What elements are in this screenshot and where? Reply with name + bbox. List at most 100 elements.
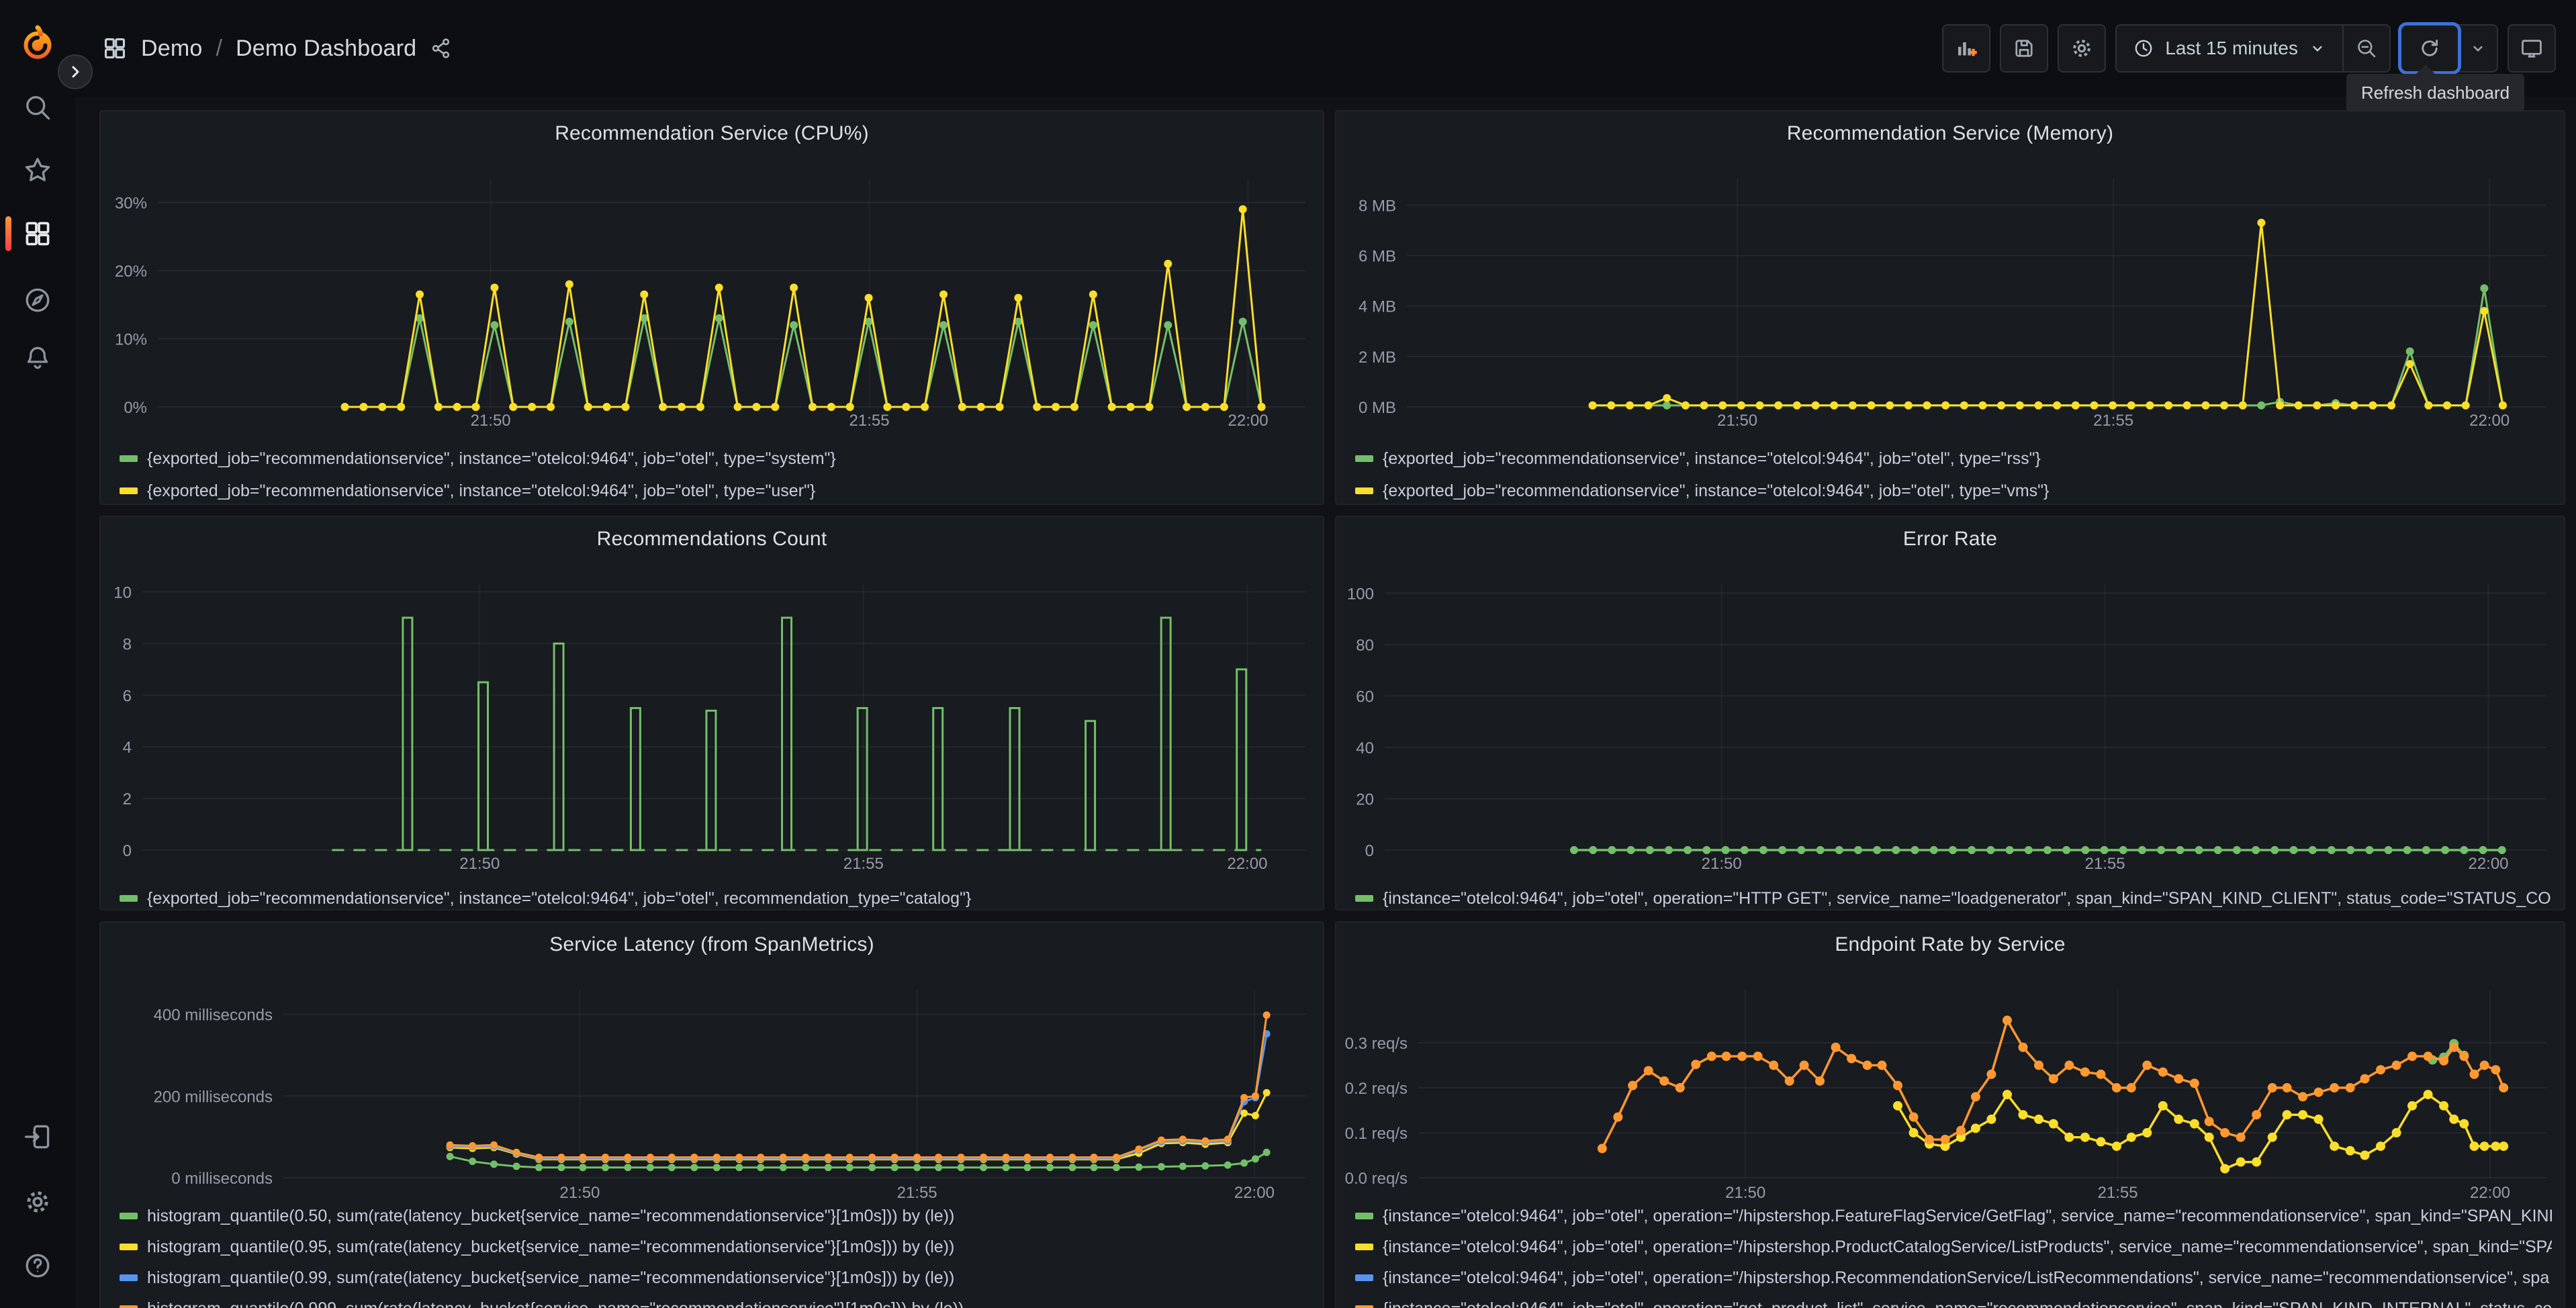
svg-text:60: 60 bbox=[1356, 688, 1374, 706]
chart[interactable]: 21:50 21:55 22:00 0 2 4 6 8 10 bbox=[101, 517, 1323, 909]
svg-text:21:50: 21:50 bbox=[471, 412, 511, 430]
panel-endpoint-rate: Endpoint Rate by Service 21:50 21:55 22:00… bbox=[1335, 921, 2565, 1308]
legend-item[interactable]: {exported_job="recommendationservice", i… bbox=[120, 479, 1311, 502]
help-icon[interactable] bbox=[0, 1237, 75, 1294]
svg-text:8 MB: 8 MB bbox=[1359, 197, 1396, 215]
breadcrumb: Demo / Demo Dashboard bbox=[102, 36, 453, 62]
svg-text:21:50: 21:50 bbox=[1702, 855, 1742, 873]
cycle-view-mode-button[interactable] bbox=[2508, 24, 2556, 73]
add-panel-button[interactable] bbox=[1942, 24, 1991, 73]
sidebar-expand-button[interactable] bbox=[58, 54, 93, 89]
legend-label: {exported_job="recommendationservice", i… bbox=[147, 888, 972, 908]
legend-label: histogram_quantile(0.50, sum(rate(latenc… bbox=[147, 1206, 955, 1225]
svg-text:21:50: 21:50 bbox=[559, 1184, 600, 1202]
svg-text:21:55: 21:55 bbox=[2093, 412, 2133, 430]
legend-item[interactable]: histogram_quantile(0.99, sum(rate(latenc… bbox=[120, 1266, 1311, 1289]
svg-text:21:55: 21:55 bbox=[2085, 855, 2125, 873]
legend-color-chip bbox=[1355, 455, 1373, 462]
svg-text:0%: 0% bbox=[124, 399, 147, 417]
refresh-interval-dropdown[interactable] bbox=[2459, 26, 2497, 71]
legend-label: {instance="otelcol:9464", job="otel", op… bbox=[1383, 888, 2552, 908]
legend-item[interactable]: {exported_job="recommendationservice", i… bbox=[120, 887, 1311, 909]
legend-color-chip bbox=[1355, 487, 1373, 494]
header: Demo / Demo Dashboard Last 15 minutes bbox=[75, 0, 2576, 97]
legend-color-chip bbox=[120, 1305, 138, 1308]
svg-text:0: 0 bbox=[1365, 842, 1374, 860]
legend-label: {exported_job="recommendationservice", i… bbox=[1383, 449, 2041, 468]
zoom-out-time-button[interactable] bbox=[2344, 26, 2389, 71]
refresh-icon bbox=[2422, 39, 2438, 56]
legend-color-chip bbox=[1355, 1244, 1373, 1250]
legend-item[interactable]: {exported_job="recommendationservice", i… bbox=[1355, 447, 2552, 470]
svg-text:8: 8 bbox=[123, 635, 132, 653]
svg-text:40: 40 bbox=[1356, 739, 1374, 757]
legend-label: {instance="otelcol:9464", job="otel", op… bbox=[1383, 1206, 2552, 1225]
legend-label: {instance="otelcol:9464", job="otel", op… bbox=[1383, 1237, 2552, 1256]
svg-text:2: 2 bbox=[123, 790, 132, 808]
svg-text:0.2 req/s: 0.2 req/s bbox=[1345, 1080, 1408, 1098]
explore-compass-icon[interactable] bbox=[0, 272, 75, 328]
legend-item[interactable]: {instance="otelcol:9464", job="otel", op… bbox=[1355, 1297, 2552, 1308]
time-range-picker[interactable]: Last 15 minutes bbox=[2117, 26, 2342, 71]
svg-text:21:50: 21:50 bbox=[459, 855, 500, 873]
svg-text:4 MB: 4 MB bbox=[1359, 298, 1396, 316]
breadcrumb-folder[interactable]: Demo bbox=[141, 36, 203, 62]
chart[interactable]: 21:50 21:55 22:00 0% 10% 20% 30% bbox=[101, 111, 1323, 504]
chevron-down-icon bbox=[2313, 46, 2322, 52]
legend-item[interactable]: histogram_quantile(0.999, sum(rate(laten… bbox=[120, 1297, 1311, 1308]
settings-gear-icon[interactable] bbox=[0, 1174, 75, 1230]
panel-recommendation-cpu: Recommendation Service (CPU%) 21:50 21:55… bbox=[99, 110, 1324, 505]
panel-recommendations-count: Recommendations Count 21:50 21:55 22:00 0 2 4… bbox=[99, 516, 1324, 910]
legend-label: histogram_quantile(0.99, sum(rate(latenc… bbox=[147, 1268, 955, 1287]
chevron-down-icon bbox=[2473, 46, 2483, 52]
sign-in-icon[interactable] bbox=[0, 1109, 75, 1165]
svg-text:0.1 req/s: 0.1 req/s bbox=[1345, 1125, 1408, 1143]
tooltip-refresh-dashboard: Refresh dashboard bbox=[2346, 64, 2525, 111]
legend-color-chip bbox=[1355, 1274, 1373, 1281]
svg-text:20%: 20% bbox=[115, 263, 147, 281]
chart[interactable]: 21:50 21:55 22:00 0 20 40 60 80 100 bbox=[1336, 517, 2564, 909]
legend-item[interactable]: {exported_job="recommendationservice", i… bbox=[120, 447, 1311, 470]
legend-item[interactable]: histogram_quantile(0.95, sum(rate(latenc… bbox=[120, 1235, 1311, 1258]
svg-text:21:50: 21:50 bbox=[1717, 412, 1757, 430]
legend-item[interactable]: {instance="otelcol:9464", job="otel", op… bbox=[1355, 1235, 2552, 1258]
svg-text:200 milliseconds: 200 milliseconds bbox=[154, 1088, 273, 1106]
save-dashboard-button[interactable] bbox=[2000, 24, 2049, 73]
svg-text:21:55: 21:55 bbox=[849, 412, 890, 430]
svg-text:4: 4 bbox=[123, 739, 132, 757]
svg-text:0.3 req/s: 0.3 req/s bbox=[1345, 1035, 1408, 1053]
legend-label: histogram_quantile(0.95, sum(rate(latenc… bbox=[147, 1237, 955, 1256]
search-icon[interactable] bbox=[0, 79, 75, 136]
svg-text:0.0 req/s: 0.0 req/s bbox=[1345, 1170, 1408, 1188]
legend-item[interactable]: {instance="otelcol:9464", job="otel", op… bbox=[1355, 1205, 2552, 1227]
share-icon[interactable] bbox=[430, 37, 453, 60]
legend-item[interactable]: {instance="otelcol:9464", job="otel", op… bbox=[1355, 1266, 2552, 1289]
svg-text:22:00: 22:00 bbox=[1234, 1184, 1275, 1202]
alerting-bell-icon[interactable] bbox=[0, 330, 75, 386]
dashboard-settings-button[interactable] bbox=[2058, 24, 2107, 73]
legend-item[interactable]: {exported_job="recommendationservice", i… bbox=[1355, 479, 2552, 502]
svg-text:2 MB: 2 MB bbox=[1359, 348, 1396, 367]
legend-color-chip bbox=[120, 455, 138, 462]
svg-text:22:00: 22:00 bbox=[2469, 412, 2510, 430]
dashboards-icon[interactable] bbox=[0, 205, 75, 262]
svg-text:21:55: 21:55 bbox=[897, 1184, 937, 1202]
legend-label: {instance="otelcol:9464", job="otel", op… bbox=[1383, 1268, 2550, 1287]
legend-label: {instance="otelcol:9464", job="otel", op… bbox=[1383, 1299, 2552, 1308]
svg-text:22:00: 22:00 bbox=[1228, 412, 1269, 430]
chart[interactable]: 21:50 21:55 22:00 0 MB 2 MB 4 MB 6 MB 8 MB bbox=[1336, 111, 2564, 504]
legend-color-chip bbox=[120, 1244, 138, 1250]
svg-text:400 milliseconds: 400 milliseconds bbox=[154, 1007, 273, 1025]
time-range-controls: Last 15 minutes bbox=[2115, 24, 2391, 73]
legend-item[interactable]: {instance="otelcol:9464", job="otel", op… bbox=[1355, 887, 2552, 909]
refresh-controls bbox=[2400, 24, 2498, 73]
svg-text:0: 0 bbox=[123, 842, 132, 860]
starred-icon[interactable] bbox=[0, 142, 75, 198]
clock-icon bbox=[2135, 40, 2152, 57]
breadcrumb-dashboard-title: Demo Dashboard bbox=[235, 35, 417, 61]
time-range-label: Last 15 minutes bbox=[2165, 38, 2298, 58]
legend-label: {exported_job="recommendationservice", i… bbox=[147, 449, 836, 468]
panel-recommendation-memory: Recommendation Service (Memory) 21:50 21:… bbox=[1335, 110, 2565, 505]
legend-item[interactable]: histogram_quantile(0.50, sum(rate(latenc… bbox=[120, 1205, 1311, 1227]
dashboard-toolbar: Last 15 minutes bbox=[1942, 24, 2556, 73]
